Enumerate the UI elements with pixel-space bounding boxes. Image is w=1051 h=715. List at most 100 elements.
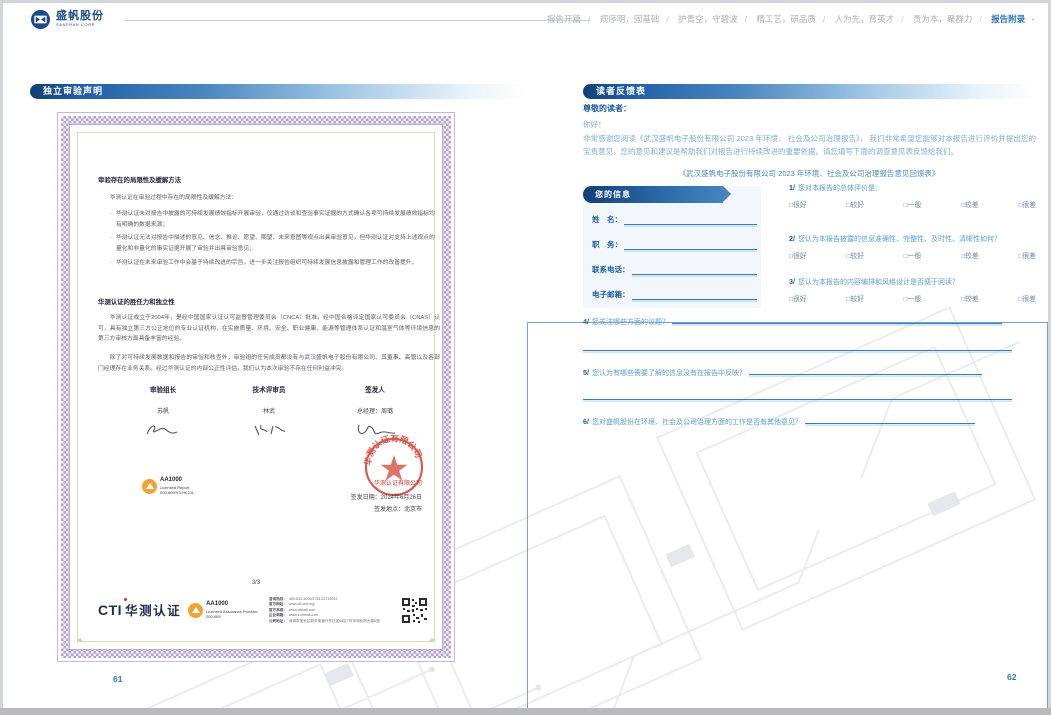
rating-checkbox[interactable]: □较好: [846, 199, 864, 209]
question-2-options: □很好 □较好 □一般 □较差 □很差: [789, 250, 1036, 260]
question-5-answer-line[interactable]: [749, 374, 982, 375]
aa1000-icon: [142, 479, 157, 494]
bullet-icon: ·: [110, 209, 112, 230]
cert-competence-para2: 除了对可持续发展数据和报告的审验和核查外，审验组的任何成员都没有与武汉盛帆电子股…: [98, 353, 440, 374]
question-4-answer-line2[interactable]: [583, 350, 1012, 351]
cti-logo-red-dot-icon: [124, 598, 127, 601]
aa1000-report-badge: AA1000 Licensed Report 000-669/V3-HK2JL: [142, 477, 194, 495]
form-cutout-border: [527, 322, 1048, 715]
cert-limitations-heading: 审验存在的局限性及缓解方法: [98, 175, 181, 187]
job-title-label: 职 务：: [592, 239, 622, 250]
signer-name: 林武: [216, 407, 322, 418]
certificate-lace-border: ❧ ❧ 审验存在的局限性及缓解方法 华测认证在审验过程中存在的局限性及缓解方法：…: [61, 116, 451, 658]
aa1000-icon: [188, 603, 203, 618]
qr-code-icon: [401, 597, 428, 624]
bullet-text: 华测认证无法对报告中描述的意见、信念、推论、愿望、期望、未来意图等观点出具审验意…: [116, 233, 440, 254]
cert-competence-para1: 华测认证成立于2004年，是经中国国家认证认可监督管理委员会（CNCA）批准，经…: [98, 313, 440, 345]
rating-checkbox[interactable]: □较差: [961, 250, 979, 260]
signer-name: 总经理：周璐: [322, 407, 428, 418]
issue-date: 签发日期：2024年6月26日: [351, 493, 422, 504]
logo-title: 盛帆股份: [56, 11, 104, 22]
cti-logo: CTI 华测认证: [98, 598, 181, 624]
list-item: ·华测认证无法对报告中描述的意见、信念、推论、愿望、期望、未来意图等观点出具审验…: [110, 233, 440, 254]
list-item: ·华测认证未对报告中披露的可持续发展绩效指标开展审验，仅通过访谈和查验事实证据的…: [110, 209, 440, 230]
question-2: 2/您认为本报告披露的信息准确性、完整性、及时性、清晰性如何？: [789, 234, 1001, 244]
page-number-left: 61: [113, 674, 122, 684]
header-divider: [124, 20, 590, 21]
phone-field: 联系电话：: [592, 263, 757, 275]
stamp-company-name: 华测认证有限公司: [374, 479, 422, 490]
intro-paragraph: 非常感谢您阅读《武汉盛帆电子股份有限公司 2023 年环境、 社会及公司治理报告…: [583, 133, 1036, 159]
signer-technical-reviewer: 技术评审员 林武: [216, 385, 322, 445]
certificate-footer: CTI 华测认证 AA1000 Licensed Assurance Provi…: [98, 597, 428, 624]
phone-label: 联系电话：: [592, 264, 630, 275]
certificate-page-marker: 3/3: [70, 578, 442, 589]
signer-lead-verifier: 审验组长 苏帆: [110, 385, 216, 445]
nav-item-talent[interactable]: 人为先，育英才: [835, 14, 895, 24]
your-info-ribbon: 您的信息: [583, 186, 723, 203]
question-1: 1/您对本报告的总体评价是：: [789, 183, 882, 193]
signer-role: 签发人: [322, 385, 428, 397]
name-label: 姓 名：: [592, 214, 622, 225]
bullet-icon: ·: [110, 233, 112, 254]
salutation: 尊敬的读者：: [583, 103, 631, 114]
question-1-options: □很好 □较好 □一般 □较差 □很差: [789, 199, 1036, 209]
cti-contact-block: 咨询热线：400-630-5000/0755-33732033 官方网站：www…: [269, 597, 380, 624]
question-3: 3/您认为本报告的内容编排和风格设计是否便于阅读？: [789, 277, 959, 287]
signature-stroke: [247, 420, 291, 440]
list-item: ·华测认证在未来审验工作中会基于持续改进的宗旨，进一步关注报告组织可持续发展信息…: [110, 258, 440, 269]
aa1000-title: AA1000: [206, 601, 258, 609]
rating-checkbox[interactable]: □很差: [1018, 250, 1036, 260]
contact-row: 公司地址：深圳市宝安区新安街道兴东社区68区7号华测检测大楼A座: [269, 619, 380, 624]
aa1000-provider-badge: AA1000 Licensed Assurance Provider 000-6…: [188, 601, 258, 619]
nav-item-environment[interactable]: 护青空，守碧波: [678, 14, 738, 24]
rating-checkbox[interactable]: □较差: [961, 293, 979, 303]
question-6: 6/您对盛帆股份在环境、社会及公司治理方面的工作是否有其他意见？: [583, 417, 975, 427]
left-section-title: 独立审验声明: [30, 84, 527, 99]
cert-competence-heading: 华测认证的胜任力和独立性: [98, 297, 175, 309]
phone-input-line[interactable]: [632, 274, 758, 275]
rating-checkbox[interactable]: □很好: [789, 199, 807, 209]
nav-separator: /: [666, 14, 668, 24]
nav-item-governance[interactable]: 规序明，固基础: [600, 14, 660, 24]
rating-checkbox[interactable]: □很差: [1018, 199, 1036, 209]
signer-name: 苏帆: [110, 407, 216, 418]
question-5-answer-line2[interactable]: [583, 399, 1012, 400]
nav-separator: /: [745, 14, 747, 24]
email-input-line[interactable]: [632, 299, 758, 300]
right-section-title: 读者反馈表: [583, 84, 1035, 99]
nav-item-responsibility[interactable]: 责为本，聚群力: [913, 14, 973, 24]
rating-checkbox[interactable]: □较好: [846, 293, 864, 303]
rating-checkbox[interactable]: □一般: [904, 293, 922, 303]
job-title-input-line[interactable]: [624, 249, 757, 250]
question-4: 4/您关注哪些方面的议题？: [583, 317, 1002, 327]
email-field: 电子邮箱：: [592, 288, 757, 300]
nav-item-quality[interactable]: 精工艺，研品质: [756, 14, 816, 24]
rating-checkbox[interactable]: □很好: [789, 250, 807, 260]
question-3-options: □很好 □较好 □一般 □较差 □很差: [789, 293, 1036, 303]
assurance-certificate: ❧ ❧ 审验存在的局限性及缓解方法 华测认证在审验过程中存在的局限性及缓解方法：…: [57, 112, 455, 662]
question-6-answer-line[interactable]: [805, 423, 975, 424]
name-field: 姓 名：: [592, 213, 757, 225]
rating-checkbox[interactable]: □较好: [846, 250, 864, 260]
bullet-text: 华测认证在未来审验工作中会基于持续改进的宗旨，进一步关注报告组织可持续发展信息披…: [116, 258, 417, 269]
cert-limitations-intro: 华测认证在审验过程中存在的局限性及缓解方法：: [98, 193, 438, 204]
bottom-border: [0, 708, 1051, 715]
name-input-line[interactable]: [624, 224, 757, 225]
rating-checkbox[interactable]: □一般: [904, 250, 922, 260]
signer-role: 审验组长: [110, 385, 216, 397]
rating-checkbox[interactable]: □很好: [789, 293, 807, 303]
nav-item-appendix-active[interactable]: 报告附录: [991, 14, 1025, 24]
page-header: 盛帆股份 SANFRAN CORP 报告开篇 / 规序明，固基础 / 护青空，守碧波…: [0, 0, 1051, 46]
cti-logo-en: CTI: [98, 598, 122, 624]
logo-subtitle: SANFRAN CORP: [56, 22, 104, 28]
rating-checkbox[interactable]: □很差: [1018, 293, 1036, 303]
company-logo[interactable]: 盛帆股份 SANFRAN CORP: [30, 9, 104, 30]
page-number-right: 62: [1007, 672, 1016, 682]
rating-checkbox[interactable]: □一般: [904, 199, 922, 209]
nav-item-opening[interactable]: 报告开篇: [547, 14, 581, 24]
issue-place: 签发地点：北京市: [374, 505, 422, 516]
rating-checkbox[interactable]: □较差: [961, 199, 979, 209]
signature-stroke: [141, 420, 185, 440]
question-4-answer-line[interactable]: [672, 323, 1002, 324]
